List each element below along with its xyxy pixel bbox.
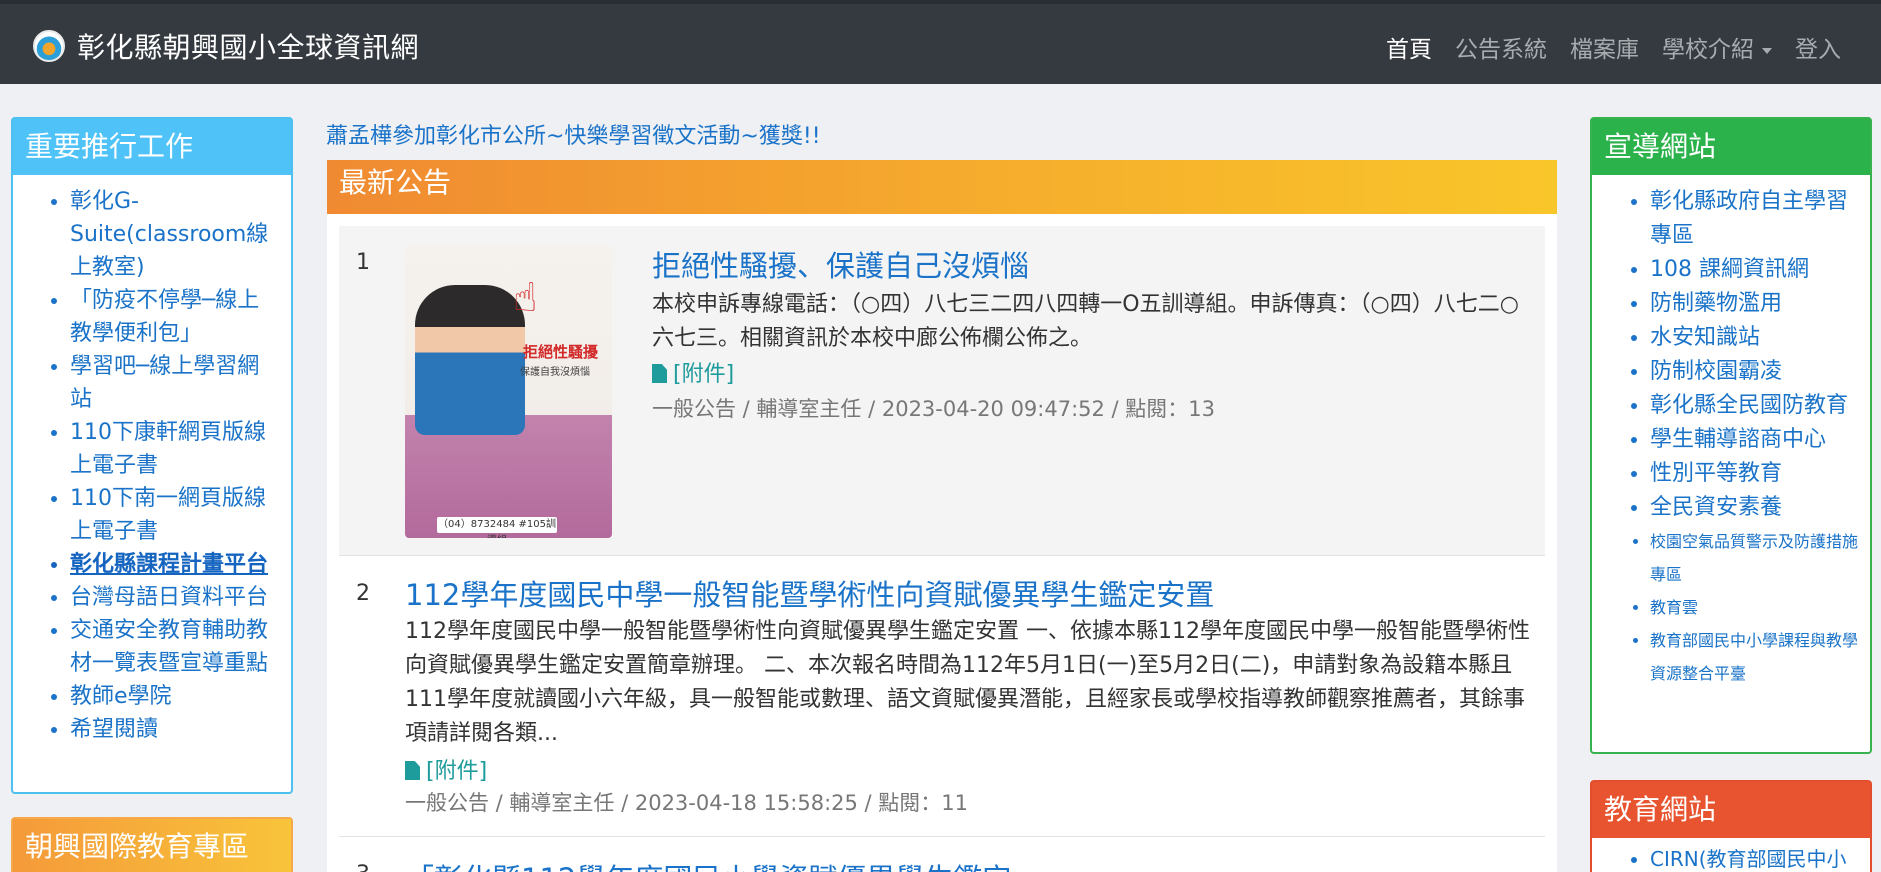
list-item[interactable]: 彰化G-Suite(classroom線上教室) bbox=[70, 185, 279, 284]
news-number: 2 bbox=[356, 581, 370, 606]
nav-school-intro-dropdown[interactable]: 學校介紹 bbox=[1662, 30, 1772, 64]
file-icon bbox=[652, 364, 667, 383]
list-item[interactable]: 校園空氣品質警示及防護措施專區 bbox=[1650, 525, 1858, 591]
school-logo-icon bbox=[33, 30, 65, 62]
brand[interactable]: 彰化縣朝興國小全球資訊網 bbox=[33, 26, 419, 66]
news-thumbnail[interactable]: ☝ 拒絕性騷擾 保護自我沒煩惱 （04）8732484 #105訓導組 bbox=[405, 245, 612, 538]
list-item[interactable]: 防制藥物濫用 bbox=[1650, 287, 1858, 321]
promotion-sites-panel: 宣導網站 彰化縣政府自主學習專區 108 課綱資訊網 防制藥物濫用 水安知識站 … bbox=[1590, 117, 1872, 754]
list-item[interactable]: 全民資安素養 bbox=[1650, 491, 1858, 525]
important-work-panel: 重要推行工作 彰化G-Suite(classroom線上教室) 「防疫不停學─線… bbox=[11, 117, 293, 794]
news-item: 2 112學年度國民中學一般智能暨學術性向資賦優異學生鑑定安置 112學年度國民… bbox=[339, 557, 1545, 837]
list-item[interactable]: 「防疫不停學─線上教學便利包」 bbox=[70, 284, 279, 350]
important-work-list: 彰化G-Suite(classroom線上教室) 「防疫不停學─線上教學便利包」… bbox=[13, 175, 291, 746]
news-summary: 本校申訴專線電話：（○四）八七三二四八四轉一O五訓導組。申訴傳真：（○四）八七二… bbox=[652, 292, 1519, 351]
panel-title: 宣導網站 bbox=[1592, 119, 1870, 175]
list-item[interactable]: 台灣母語日資料平台 bbox=[70, 581, 279, 614]
news-meta: 一般公告 / 輔導室主任 / 2023-04-20 09:47:52 / 點閱：… bbox=[652, 397, 1216, 421]
site-title: 彰化縣朝興國小全球資訊網 bbox=[77, 31, 420, 64]
news-item: 1 ☝ 拒絕性騷擾 保護自我沒煩惱 （04）8732484 #105訓導組 拒絕… bbox=[339, 226, 1545, 556]
attachment-label: [附件] bbox=[426, 759, 488, 784]
thumbnail-phone: （04）8732484 #105訓導組 bbox=[437, 517, 557, 538]
panel-title: 重要推行工作 bbox=[13, 119, 291, 175]
panel-title: 朝興國際教育專區 bbox=[13, 819, 291, 872]
list-item[interactable]: CIRN(教育部國民中小 bbox=[1650, 844, 1858, 872]
file-icon bbox=[405, 761, 420, 780]
list-item[interactable]: 彰化縣全民國防教育 bbox=[1650, 389, 1858, 423]
attachment-label: [附件] bbox=[673, 362, 735, 387]
news-title-link[interactable]: 拒絕性騷擾、保護自己沒煩惱 bbox=[652, 243, 1029, 285]
promotion-sites-list: 彰化縣政府自主學習專區 108 課綱資訊網 防制藥物濫用 水安知識站 防制校園霸… bbox=[1592, 175, 1870, 690]
list-item[interactable]: 水安知識站 bbox=[1650, 321, 1858, 355]
nav-announcements[interactable]: 公告系統 bbox=[1455, 30, 1547, 64]
nav-home[interactable]: 首頁 bbox=[1386, 30, 1432, 64]
main-nav: 首頁 公告系統 檔案庫 學校介紹 登入 bbox=[1386, 30, 1841, 64]
news-number: 3 bbox=[356, 862, 370, 872]
news-title-link[interactable]: 「彰化縣112學年度國民小學資賦優異學生鑑定」 bbox=[405, 856, 1040, 872]
list-item[interactable]: 交通安全教育輔助教材一覽表暨宣導重點 bbox=[70, 614, 279, 680]
child-illustration bbox=[415, 285, 525, 435]
news-number: 1 bbox=[356, 250, 370, 275]
panel-title: 教育網站 bbox=[1592, 782, 1870, 838]
list-item[interactable]: 彰化縣政府自主學習專區 bbox=[1650, 185, 1858, 253]
nav-login[interactable]: 登入 bbox=[1795, 30, 1841, 64]
list-item[interactable]: 性別平等教育 bbox=[1650, 457, 1858, 491]
thumbnail-title: 拒絕性騷擾 bbox=[523, 343, 599, 361]
list-item[interactable]: 110下南一網頁版線上電子書 bbox=[70, 482, 279, 548]
attachment-link[interactable]: [附件] bbox=[405, 753, 487, 785]
list-item[interactable]: 110下康軒網頁版線上電子書 bbox=[70, 416, 279, 482]
list-item[interactable]: 108 課綱資訊網 bbox=[1650, 253, 1858, 287]
list-item[interactable]: 學生輔導諮商中心 bbox=[1650, 423, 1858, 457]
thumbnail-subtitle: 保護自我沒煩惱 bbox=[520, 367, 590, 378]
list-item[interactable]: 希望閱讀 bbox=[70, 713, 279, 746]
list-item[interactable]: 教師e學院 bbox=[70, 680, 279, 713]
news-meta: 一般公告 / 輔導室主任 / 2023-04-18 15:58:25 / 點閱：… bbox=[405, 791, 969, 815]
news-title-link[interactable]: 112學年度國民中學一般智能暨學術性向資賦優異學生鑑定安置 bbox=[405, 572, 1214, 614]
caret-down-icon bbox=[1762, 47, 1772, 54]
hands-icon: ☝ bbox=[513, 275, 538, 321]
list-item[interactable]: 學習吧─線上學習網站 bbox=[70, 350, 279, 416]
international-education-panel: 朝興國際教育專區 bbox=[11, 817, 293, 872]
latest-news-panel: 最新公告 1 ☝ 拒絕性騷擾 保護自我沒煩惱 （04）8732484 #105訓… bbox=[327, 160, 1557, 872]
list-item[interactable]: 彰化縣課程計畫平台 bbox=[70, 548, 279, 581]
attachment-link[interactable]: [附件] bbox=[652, 356, 734, 388]
news-summary: 112學年度國民中學一般智能暨學術性向資賦優異學生鑑定安置 一、依據本縣112學… bbox=[405, 619, 1530, 746]
list-item[interactable]: 防制校園霸凌 bbox=[1650, 355, 1858, 389]
nav-school-intro-label: 學校介紹 bbox=[1662, 37, 1754, 63]
news-item: 3 「彰化縣112學年度國民小學資賦優異學生鑑定」 bbox=[339, 838, 1545, 872]
list-item[interactable]: 教育雲 bbox=[1650, 591, 1858, 624]
education-sites-panel: 教育網站 CIRN(教育部國民中小 bbox=[1590, 780, 1872, 872]
nav-file-library[interactable]: 檔案庫 bbox=[1570, 30, 1639, 64]
list-item[interactable]: 教育部國民中小學課程與教學資源整合平臺 bbox=[1650, 624, 1858, 690]
headline-link[interactable]: 蕭孟樺參加彰化市公所~快樂學習徵文活動~獲獎!! bbox=[326, 118, 821, 150]
education-sites-list: CIRN(教育部國民中小 bbox=[1592, 838, 1870, 872]
top-navbar: 彰化縣朝興國小全球資訊網 首頁 公告系統 檔案庫 學校介紹 登入 bbox=[0, 0, 1881, 84]
news-panel-title: 最新公告 bbox=[327, 160, 1557, 214]
